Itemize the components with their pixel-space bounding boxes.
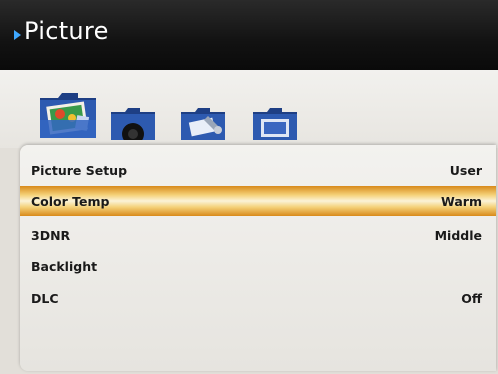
- menu-item-picture-setup[interactable]: Picture Setup User: [20, 155, 496, 185]
- bullet-arrow-icon: [14, 30, 21, 40]
- menu-item-value: Off: [461, 291, 482, 306]
- settings-panel: Picture Setup User Color Temp Warm 3DNR …: [20, 145, 496, 371]
- menu-item-value: Warm: [441, 194, 482, 209]
- menu-item-color-temp[interactable]: Color Temp Warm: [20, 186, 496, 216]
- menu-item-label: Backlight: [31, 259, 98, 274]
- menu-item-3dnr[interactable]: 3DNR Middle: [20, 220, 496, 250]
- menu-item-value: Middle: [434, 228, 482, 243]
- picture-folder-icon[interactable]: [38, 90, 98, 140]
- screen-folder-icon[interactable]: [252, 106, 298, 140]
- menu-item-dlc[interactable]: DLC Off: [20, 283, 496, 313]
- menu-item-value: User: [449, 163, 482, 178]
- setup-folder-icon[interactable]: [180, 106, 226, 140]
- page-title: Picture: [24, 17, 109, 45]
- menu-item-label: DLC: [31, 291, 59, 306]
- menu-item-label: 3DNR: [31, 228, 71, 243]
- menu-item-label: Color Temp: [31, 194, 110, 209]
- category-icons-bar: [0, 70, 498, 148]
- sound-folder-icon[interactable]: [110, 106, 156, 140]
- tv-menu-screen: Picture Picture Setup User Color Temp Wa…: [0, 0, 498, 374]
- menu-item-label: Picture Setup: [31, 163, 128, 178]
- menu-item-backlight[interactable]: Backlight: [20, 251, 496, 281]
- menu-header: Picture: [0, 0, 498, 70]
